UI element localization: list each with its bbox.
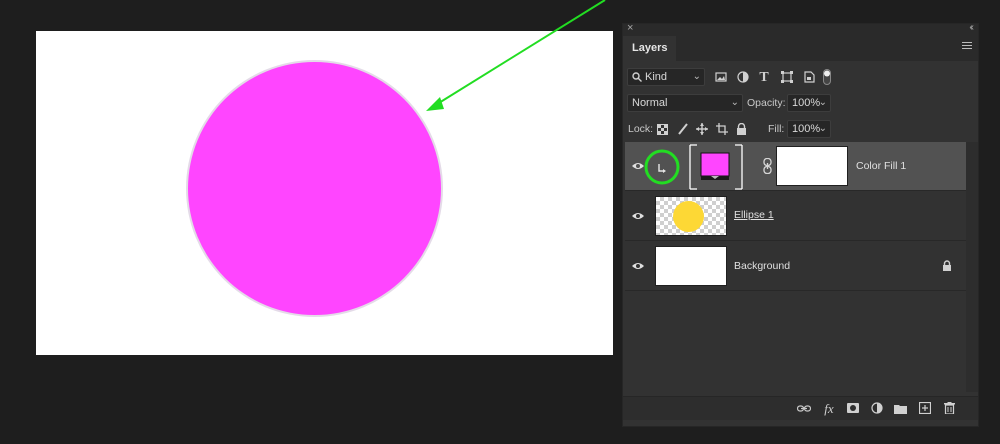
shape-filter-icon[interactable] [781,71,793,83]
panel-menu-icon[interactable] [962,42,972,51]
lock-transparent-pixels-icon[interactable] [657,124,668,135]
fill-label: Fill: [768,123,785,135]
search-icon [632,72,642,82]
collapse-panel-icon[interactable]: ‹‹ [969,22,973,33]
lock-position-icon[interactable] [696,123,708,135]
layer-name[interactable]: Color Fill 1 [856,159,906,173]
scrollbar-track[interactable] [966,142,978,392]
fill-value: 100% [792,123,821,135]
color-fill-thumbnail[interactable] [689,144,743,190]
highlight-circle [644,149,680,185]
close-panel-icon[interactable]: × [627,22,633,34]
document-canvas[interactable] [36,31,613,355]
clipping-mask-highlight [644,149,680,185]
clipping-arrow-icon [658,164,663,172]
opacity-value: 100% [792,97,821,109]
delete-layer-icon[interactable] [944,402,955,414]
filter-row: Kind ⌄ T [623,68,978,88]
panel-footer: fx [623,396,978,420]
layer-color-fill-1[interactable]: Color Fill 1 [625,142,967,191]
layers-list: Color Fill 1 Ellipse 1 Background [623,142,978,392]
blend-row: Normal ⌄ Opacity: 100% ⌄ [623,94,978,114]
tab-layers[interactable]: Layers [623,36,677,61]
lock-icon [943,260,951,271]
fx-icon[interactable]: fx [821,401,837,417]
type-filter-icon[interactable]: T [758,70,770,86]
ellipse-layer-thumbnail[interactable] [655,196,727,236]
ellipse-thumbnail-shape [673,201,704,232]
layer-mask-thumbnail[interactable] [776,146,848,186]
panel-topbar: × ‹‹ [623,22,978,36]
fill-input[interactable]: 100% ⌄ [787,120,831,138]
filter-kind-value: Kind [645,71,668,83]
blend-mode-select[interactable]: Normal ⌄ [627,94,743,112]
layer-ellipse-1[interactable]: Ellipse 1 [625,192,967,241]
opacity-input[interactable]: 100% ⌄ [787,94,831,112]
blend-mode-value: Normal [632,97,668,109]
chevron-down-icon: ⌄ [692,71,701,82]
visibility-eye-icon[interactable] [631,259,645,273]
background-layer-thumbnail[interactable] [655,246,727,286]
filter-toggle-icon[interactable] [823,69,831,85]
layer-name[interactable]: Background [734,259,790,273]
lock-label: Lock: [628,123,654,135]
new-layer-icon[interactable] [919,402,931,414]
opacity-label: Opacity: [747,97,786,109]
layer-background[interactable]: Background [625,242,967,291]
image-filter-icon[interactable] [715,71,727,83]
mask-link-icon[interactable] [763,158,773,174]
filter-kind-select[interactable]: Kind ⌄ [627,68,705,86]
lock-row: Lock: Fill: 100% ⌄ [623,120,978,140]
add-mask-icon[interactable] [847,403,859,413]
chevron-down-icon: ⌄ [818,97,827,108]
lock-artboard-icon[interactable] [716,123,728,135]
chevron-down-icon: ⌄ [818,123,827,134]
ellipse-shape[interactable] [188,62,441,315]
chevron-down-icon: ⌄ [730,97,739,108]
layers-panel: × ‹‹ Layers Kind ⌄ T Normal ⌄ Opacity: 1… [622,22,979,427]
smartobject-filter-icon[interactable] [803,71,815,83]
panel-tabbar: Layers [623,36,978,61]
link-layers-icon[interactable] [797,404,811,414]
new-adjustment-layer-icon[interactable] [871,402,883,414]
new-group-folder-icon[interactable] [894,403,907,414]
lock-all-icon[interactable] [736,123,747,135]
visibility-eye-icon[interactable] [631,209,645,223]
layer-name[interactable]: Ellipse 1 [734,208,774,222]
adjustment-filter-icon[interactable] [737,71,749,83]
lock-image-pixels-icon[interactable] [677,123,689,135]
